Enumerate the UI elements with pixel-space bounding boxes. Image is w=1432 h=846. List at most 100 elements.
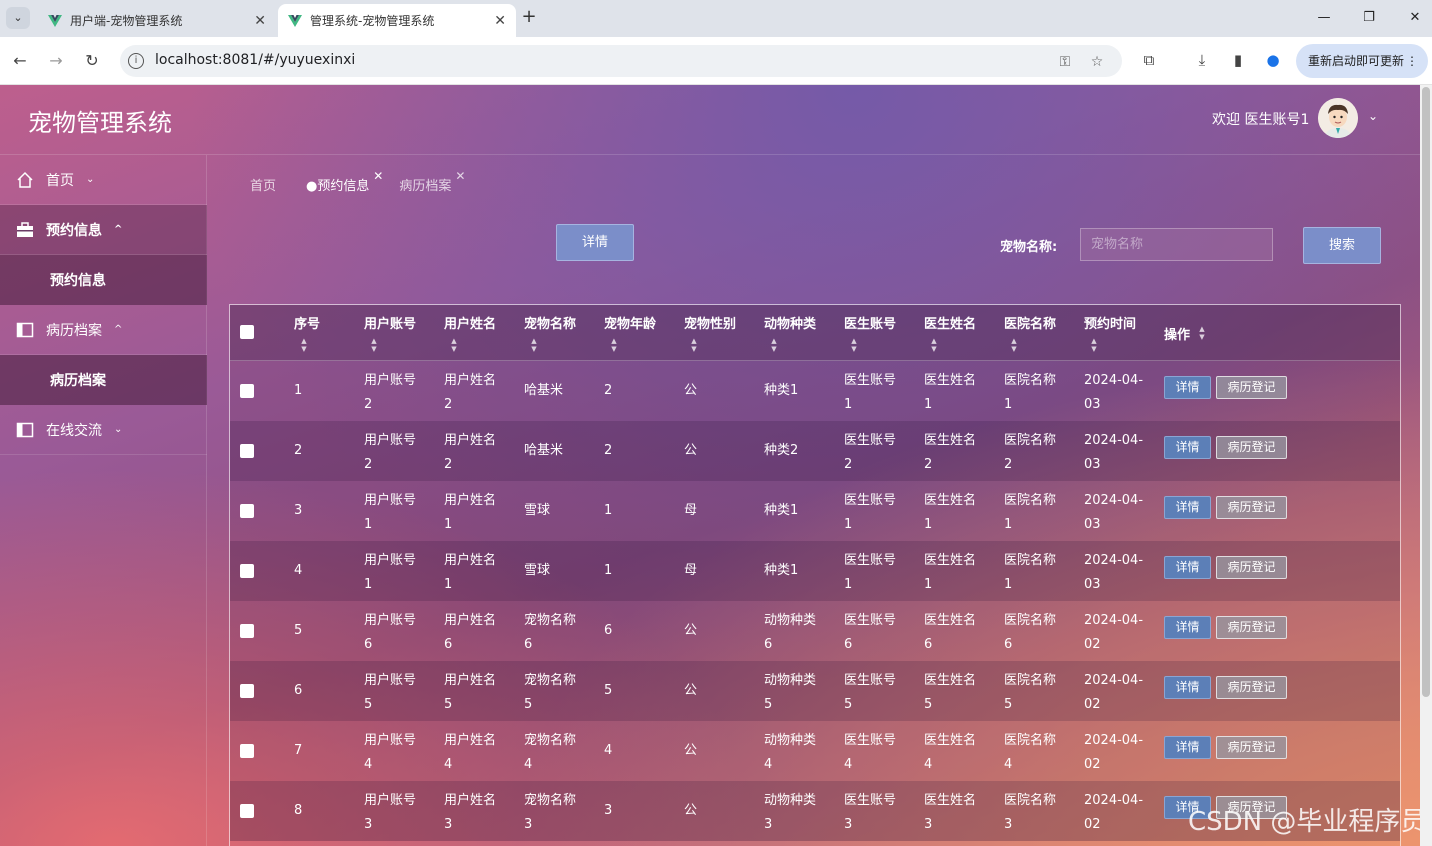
row-detail-button[interactable]: 详情 xyxy=(1164,556,1211,579)
minimize-icon[interactable]: — xyxy=(1312,6,1336,30)
search-input[interactable] xyxy=(1080,228,1273,261)
browser-tab-admin[interactable]: 管理系统-宠物管理系统 ✕ xyxy=(278,4,516,37)
chevron-down-icon[interactable]: ⌄ xyxy=(1368,109,1378,123)
header-col-actions[interactable]: 操作 xyxy=(1164,324,1190,343)
back-icon[interactable]: ← xyxy=(8,49,32,73)
close-icon[interactable]: ✕ xyxy=(373,169,383,183)
profile-icon[interactable]: ● xyxy=(1262,49,1284,71)
header-col-pet-name[interactable]: 宠物名称 xyxy=(524,313,576,332)
table-row[interactable]: 5 用户账号 6 用户姓名 6 宠物名称 6 6 公 动物种类 6 医生账号 6 医生姓名 6 医… xyxy=(230,601,1400,661)
row-record-button[interactable]: 病历登记 xyxy=(1216,436,1287,459)
table-row[interactable]: 6 用户账号 5 用户姓名 5 宠物名称 5 5 公 动物种类 5 医生账号 5 医生姓名 5 医… xyxy=(230,661,1400,721)
row-checkbox[interactable] xyxy=(240,804,254,818)
row-checkbox[interactable] xyxy=(240,444,254,458)
row-checkbox[interactable] xyxy=(240,384,254,398)
row-detail-button[interactable]: 详情 xyxy=(1164,496,1211,519)
sort-icon[interactable]: ▲​▼ xyxy=(770,337,778,353)
row-record-button[interactable]: 病历登记 xyxy=(1216,736,1287,759)
sidepanel-icon[interactable]: ▮ xyxy=(1227,49,1249,71)
sidebar-subitem-appointment[interactable]: 预约信息 xyxy=(0,255,207,305)
row-record-button[interactable]: 病历登记 xyxy=(1216,376,1287,399)
sidebar-item-label: 预约信息 xyxy=(46,222,102,239)
table-row[interactable]: 2 用户账号 2 用户姓名 2 哈基米 2 公 种类2 医生账号 2 医生姓名 2 医院名称 2 2… xyxy=(230,421,1400,481)
tab-search-button[interactable]: ⌄ xyxy=(6,7,30,29)
search-label: 宠物名称: xyxy=(1000,240,1058,255)
sidebar-subitem-medical-record[interactable]: 病历档案 xyxy=(0,355,207,405)
key-icon[interactable]: ⚿ xyxy=(1056,53,1074,71)
sort-icon[interactable]: ▲​▼ xyxy=(300,337,308,353)
cell-col-pet-gender: 公 xyxy=(684,623,698,638)
sidebar-item-chat[interactable]: 在线交流 ⌄ xyxy=(0,405,207,455)
table-row[interactable]: 1 用户账号 2 用户姓名 2 哈基米 2 公 种类1 医生账号 1 医生姓名 1 医院名称 1 2… xyxy=(230,361,1400,421)
row-record-button[interactable]: 病历登记 xyxy=(1216,676,1287,699)
tag-medical-record[interactable]: 病历档案 ✕ xyxy=(399,169,465,194)
sort-icon[interactable]: ▲​▼ xyxy=(1090,337,1098,353)
row-detail-button[interactable]: 详情 xyxy=(1164,436,1211,459)
address-bar[interactable]: i localhost:8081/#/yuyuexinxi ⚿ ☆ xyxy=(120,45,1122,77)
row-record-button[interactable]: 病历登记 xyxy=(1216,616,1287,639)
search-button[interactable]: 搜索 xyxy=(1303,227,1381,264)
scrollbar-thumb[interactable] xyxy=(1422,87,1430,697)
row-checkbox[interactable] xyxy=(240,744,254,758)
tab-close-icon[interactable]: ✕ xyxy=(254,13,266,29)
table-row[interactable]: 3 用户账号 1 用户姓名 1 雪球 1 母 种类1 医生账号 1 医生姓名 1 医院名称 1 20… xyxy=(230,481,1400,541)
sidebar-item-appointment[interactable]: 预约信息 ^ xyxy=(0,205,207,255)
row-checkbox[interactable] xyxy=(240,684,254,698)
sort-icon[interactable]: ▲​▼ xyxy=(1198,325,1206,341)
site-info-icon[interactable]: i xyxy=(128,53,144,69)
sort-icon[interactable]: ▲​▼ xyxy=(530,337,538,353)
tag-home[interactable]: 首页 xyxy=(250,175,276,194)
new-tab-button[interactable]: + xyxy=(518,6,540,28)
header-col-hospital-name[interactable]: 医院名称 xyxy=(1004,313,1056,332)
header-col-doctor-name[interactable]: 医生姓名 xyxy=(924,313,976,332)
header-col-appointment-time[interactable]: 预约时间 xyxy=(1084,313,1136,332)
table-row[interactable]: 4 用户账号 1 用户姓名 1 雪球 1 母 种类1 医生账号 1 医生姓名 1 医院名称 1 20… xyxy=(230,541,1400,601)
star-icon[interactable]: ☆ xyxy=(1088,53,1106,71)
sidebar-item-home[interactable]: 首页 ⌄ xyxy=(0,155,207,205)
header-col-pet-gender[interactable]: 宠物性别 xyxy=(684,313,736,332)
close-icon[interactable]: ✕ xyxy=(455,169,465,183)
forward-icon[interactable]: → xyxy=(44,49,68,73)
avatar-image-icon xyxy=(1318,98,1358,138)
update-button[interactable]: 重新启动即可更新 ⋮ xyxy=(1296,44,1428,78)
select-all-checkbox[interactable] xyxy=(240,325,254,339)
header-col-animal-type[interactable]: 动物种类 xyxy=(764,313,816,332)
detail-button[interactable]: 详情 xyxy=(556,224,634,261)
chevron-down-icon: ⌄ xyxy=(114,424,123,435)
tab-close-icon[interactable]: ✕ xyxy=(494,13,506,29)
table-row[interactable]: 7 用户账号 4 用户姓名 4 宠物名称 4 4 公 动物种类 4 医生账号 4 医生姓名 4 医… xyxy=(230,721,1400,781)
row-checkbox[interactable] xyxy=(240,624,254,638)
extensions-icon[interactable]: ⧉ xyxy=(1138,49,1160,71)
header-col-user-name[interactable]: 用户姓名 xyxy=(444,313,496,332)
row-detail-button[interactable]: 详情 xyxy=(1164,736,1211,759)
sort-icon[interactable]: ▲​▼ xyxy=(930,337,938,353)
cell-col-doctor-account: 医生账号 1 xyxy=(844,553,897,592)
row-checkbox[interactable] xyxy=(240,504,254,518)
sort-icon[interactable]: ▲​▼ xyxy=(450,337,458,353)
row-detail-button[interactable]: 详情 xyxy=(1164,616,1211,639)
row-record-button[interactable]: 病历登记 xyxy=(1216,556,1287,579)
restore-icon[interactable]: ❐ xyxy=(1357,6,1381,30)
sort-icon[interactable]: ▲​▼ xyxy=(850,337,858,353)
row-detail-button[interactable]: 详情 xyxy=(1164,376,1211,399)
header-col-index[interactable]: 序号 xyxy=(294,313,320,332)
tag-appointment[interactable]: ●预约信息 ✕ xyxy=(306,169,383,194)
sort-icon[interactable]: ▲​▼ xyxy=(370,337,378,353)
sort-icon[interactable]: ▲​▼ xyxy=(1010,337,1018,353)
header-col-user-account[interactable]: 用户账号 xyxy=(364,313,416,332)
close-window-icon[interactable]: ✕ xyxy=(1403,6,1427,30)
header-col-pet-age[interactable]: 宠物年龄 xyxy=(604,313,656,332)
sort-icon[interactable]: ▲​▼ xyxy=(690,337,698,353)
row-checkbox[interactable] xyxy=(240,564,254,578)
browser-tab-user[interactable]: 用户端-宠物管理系统 ✕ xyxy=(38,4,276,37)
sidebar-item-medical-record[interactable]: 病历档案 ^ xyxy=(0,305,207,355)
header-col-doctor-account[interactable]: 医生账号 xyxy=(844,313,896,332)
row-record-button[interactable]: 病历登记 xyxy=(1216,496,1287,519)
sort-icon[interactable]: ▲​▼ xyxy=(610,337,618,353)
download-icon[interactable]: ⤓ xyxy=(1191,49,1213,71)
page-scrollbar[interactable] xyxy=(1420,85,1432,846)
reload-icon[interactable]: ↻ xyxy=(80,49,104,73)
avatar[interactable] xyxy=(1318,98,1358,138)
address-url[interactable]: localhost:8081/#/yuyuexinxi xyxy=(155,52,355,68)
row-detail-button[interactable]: 详情 xyxy=(1164,676,1211,699)
